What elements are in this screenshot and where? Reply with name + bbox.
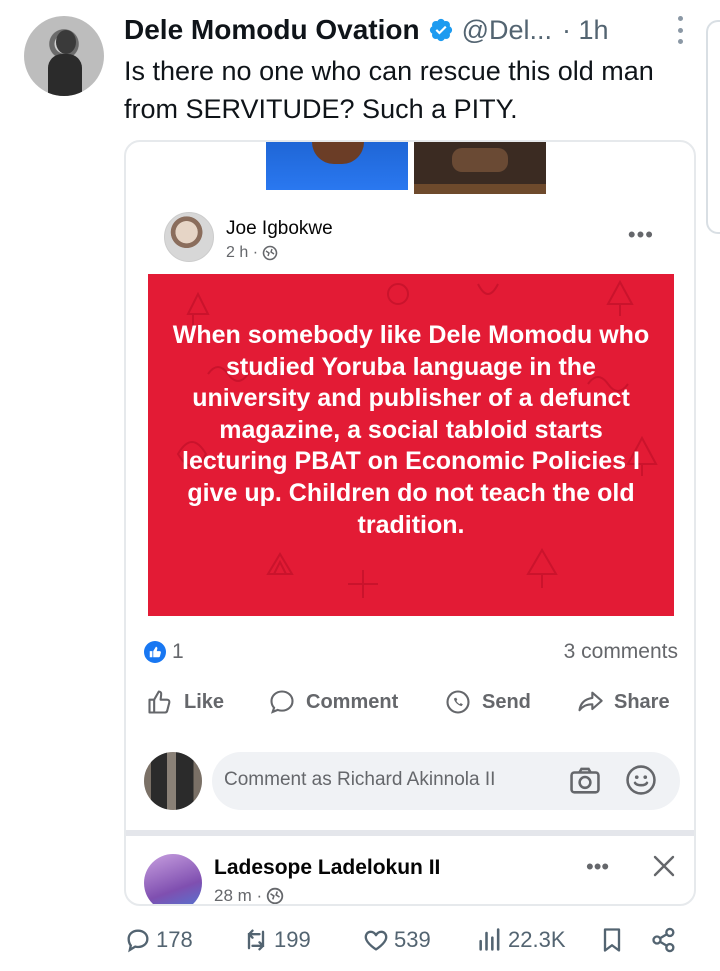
globe-icon [266, 887, 284, 904]
like-count: 539 [394, 927, 431, 952]
fb-post-image: When somebody like Dele Momodu who studi… [148, 274, 674, 616]
close-icon[interactable] [652, 854, 676, 878]
fb-post-meta: 2 h · [226, 244, 278, 262]
side-panel-edge [706, 20, 720, 234]
fb-post-time: 2 h · [226, 244, 259, 261]
avatar-head [56, 30, 76, 54]
bookmark-icon[interactable] [598, 926, 626, 954]
reaction-count: 1 [172, 640, 184, 663]
share-network-icon[interactable] [650, 926, 678, 954]
share-icon [578, 691, 603, 712]
verified-badge-icon [428, 17, 454, 43]
comment-icon [270, 690, 294, 714]
comment-more-icon[interactable]: ••• [586, 854, 609, 880]
user-handle[interactable]: @Del... [462, 15, 552, 46]
next-commenter-avatar [144, 854, 202, 904]
profile-avatar[interactable] [24, 16, 104, 96]
heart-icon [364, 930, 388, 951]
comment-label: Comment [306, 690, 399, 713]
share-label: Share [614, 690, 670, 713]
embedded-media-card[interactable]: Joe Igbokwe 2 h · ••• When somebody like… [124, 140, 696, 906]
like-label: Like [184, 690, 225, 713]
smiley-icon[interactable] [624, 763, 658, 797]
camera-icon[interactable] [568, 764, 602, 798]
like-tweet-button[interactable]: 539 [362, 926, 431, 954]
share-button[interactable]: Share [576, 688, 670, 716]
repost-button[interactable]: 199 [242, 926, 311, 954]
engagement-bar: 178 199 539 22.3K [124, 924, 696, 960]
fb-more-icon[interactable]: ••• [628, 222, 654, 248]
fb-action-bar: Like Comment Send Share [126, 688, 694, 720]
send-label: Send [482, 690, 531, 713]
views-count: 22.3K [508, 927, 566, 952]
display-name[interactable]: Dele Momodu Ovation [124, 14, 420, 46]
reply-count: 178 [156, 927, 193, 952]
like-icon [148, 690, 171, 714]
section-divider [126, 830, 694, 836]
views-icon [479, 928, 500, 951]
comment-button[interactable]: Comment [268, 688, 398, 716]
media-thumbnail-right [414, 142, 546, 194]
comments-count[interactable]: 3 comments [564, 640, 678, 664]
reply-icon [127, 929, 149, 953]
comment-placeholder: Comment as Richard Akinnola II [224, 769, 496, 790]
send-button[interactable]: Send [444, 688, 531, 716]
more-icon[interactable] [678, 16, 684, 44]
fb-post-quote: When somebody like Dele Momodu who studi… [172, 321, 650, 539]
reaction-summary[interactable]: 1 [144, 640, 184, 664]
next-comment-time: 28 m · [214, 886, 263, 905]
media-thumbnail-left [266, 142, 408, 190]
views-button[interactable]: 22.3K [476, 926, 566, 954]
send-icon [446, 690, 470, 714]
repost-count: 199 [274, 927, 311, 952]
repost-icon [247, 929, 265, 951]
fb-author-name: Joe Igbokwe [226, 218, 333, 239]
avatar-body [48, 54, 82, 96]
comment-input[interactable]: Comment as Richard Akinnola II [212, 752, 680, 810]
reply-button[interactable]: 178 [124, 926, 193, 954]
commenter-avatar [144, 752, 202, 810]
next-comment-author: Ladesope Ladelokun II [214, 856, 441, 879]
fb-author-avatar [164, 212, 214, 262]
next-comment-meta: 28 m · [214, 886, 284, 905]
timestamp[interactable]: · 1h [562, 15, 609, 46]
tweet-header: Dele Momodu Ovation @Del... · 1h [124, 10, 609, 50]
like-button[interactable]: Like [146, 688, 224, 716]
tweet-text: Is there no one who can rescue this old … [124, 56, 654, 124]
globe-icon [262, 245, 278, 261]
like-reaction-icon [144, 641, 166, 663]
